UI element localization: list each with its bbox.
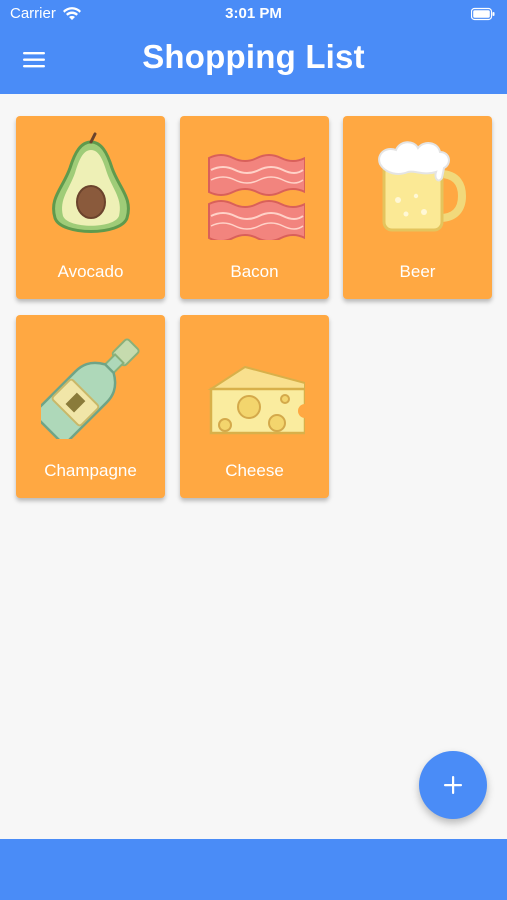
page-title: Shopping List: [142, 38, 365, 75]
cheese-icon: [207, 365, 305, 435]
item-label-avocado: Avocado: [57, 262, 124, 281]
status-bar: Carrier 3:01 PM: [0, 0, 507, 28]
bottom-bar: [0, 839, 507, 900]
item-card-bacon[interactable]: Bacon: [180, 116, 329, 299]
item-label-champagne: Champagne: [44, 461, 137, 480]
battery-icon: [471, 7, 495, 21]
plus-icon: [444, 776, 462, 794]
item-card-champagne[interactable]: Champagne: [16, 315, 165, 498]
add-item-button[interactable]: [419, 751, 487, 819]
status-time: 3:01 PM: [225, 5, 282, 22]
item-label-beer: Beer: [399, 262, 436, 281]
item-card-cheese[interactable]: Cheese: [180, 315, 329, 498]
app-header: Carrier 3:01 PM Shopping List: [0, 0, 507, 94]
item-label-bacon: Bacon: [230, 262, 279, 281]
bacon-icon: [208, 154, 305, 240]
avocado-icon: [52, 132, 130, 233]
item-label-cheese: Cheese: [225, 461, 284, 480]
beer-mug-icon: [378, 141, 467, 232]
champagne-bottle-icon: [41, 338, 140, 439]
item-card-beer[interactable]: Beer: [343, 116, 492, 299]
item-card-avocado[interactable]: Avocado: [16, 116, 165, 299]
